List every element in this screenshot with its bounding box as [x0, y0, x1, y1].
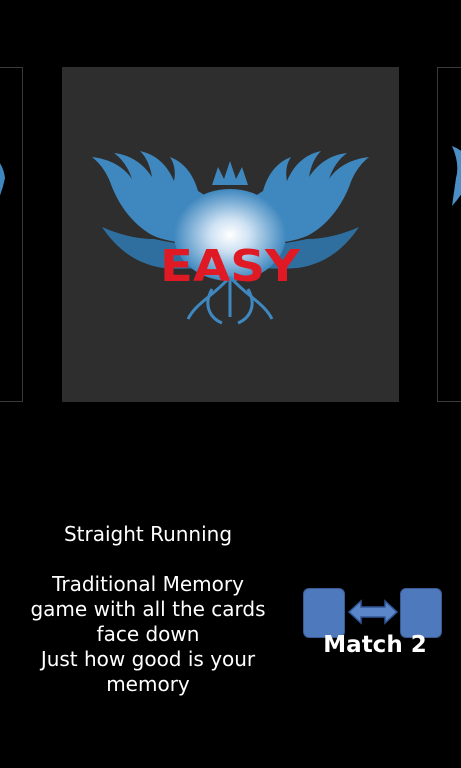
match-label: Match 2 [323, 632, 427, 658]
selected-mode-card[interactable]: EASY [62, 67, 399, 402]
mode-description-block: Straight Running Traditional Memory game… [18, 522, 278, 697]
easy-badge: EASY [160, 241, 301, 292]
mode-title: Straight Running [63, 522, 233, 546]
mode-description: Traditional Memory game with all the car… [30, 572, 266, 696]
previous-mode-card[interactable] [0, 67, 23, 402]
next-mode-card[interactable] [437, 67, 461, 402]
partial-wing-icon [0, 163, 5, 196]
double-arrow-icon [347, 599, 399, 625]
partial-wing-icon [452, 146, 461, 206]
game-mode-screen: EASY Straight Running Traditional Memory… [0, 0, 461, 768]
winged-crest-emblem-icon: EASY [92, 151, 369, 325]
match-count-badge: Match 2 [300, 586, 446, 660]
